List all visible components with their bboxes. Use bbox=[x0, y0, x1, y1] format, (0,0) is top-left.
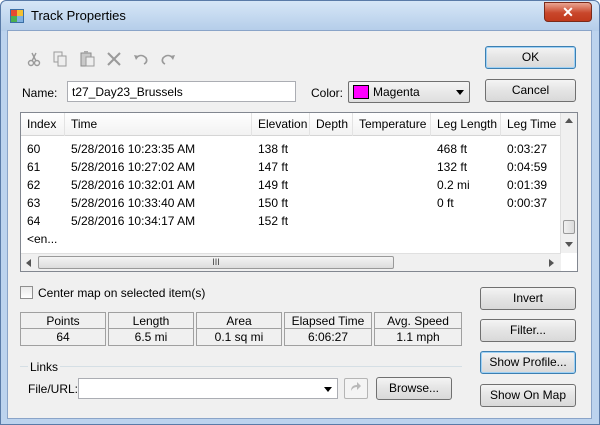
table-row[interactable]: 62 5/28/2016 10:32:01 AM 149 ft 0.2 mi 0… bbox=[21, 176, 561, 194]
cell-elevation: 149 ft bbox=[258, 178, 289, 192]
horizontal-scroll-thumb[interactable]: III bbox=[38, 256, 394, 269]
column-header-leg-length[interactable]: Leg Length bbox=[431, 113, 501, 136]
cell-time: 5/28/2016 10:34:17 AM bbox=[71, 214, 196, 228]
cell-index: 61 bbox=[27, 160, 41, 174]
cell-leg-time: 0:03:27 bbox=[507, 142, 548, 156]
stat-elapsed-time: Elapsed Time 6:06:27 bbox=[284, 312, 372, 346]
name-input[interactable] bbox=[67, 81, 296, 102]
cell-index: 64 bbox=[27, 214, 41, 228]
stat-avg-speed: Avg. Speed 1.1 mph bbox=[374, 312, 462, 346]
stat-value: 6:06:27 bbox=[307, 330, 349, 344]
track-statistics: Points 64 Length 6.5 mi Area 0.1 sq mi E… bbox=[20, 312, 462, 346]
cell-elevation: 147 ft bbox=[258, 160, 289, 174]
center-map-checkbox[interactable] bbox=[20, 286, 33, 299]
stat-header: Points bbox=[21, 313, 105, 329]
arrow-redirect-icon bbox=[351, 382, 361, 391]
table-header: Index Time Elevation Depth Temperature L… bbox=[21, 113, 561, 136]
stat-area: Area 0.1 sq mi bbox=[196, 312, 282, 346]
window-title: Track Properties bbox=[31, 8, 126, 23]
cell-elevation: 152 ft bbox=[258, 214, 289, 228]
stat-points: Points 64 bbox=[20, 312, 106, 346]
cell-index: 62 bbox=[27, 178, 41, 192]
cell-time: 5/28/2016 10:23:35 AM bbox=[71, 142, 196, 156]
stat-value: 0.1 sq mi bbox=[214, 330, 264, 344]
filter-button[interactable]: Filter... bbox=[480, 319, 576, 342]
chevron-down-icon[interactable] bbox=[324, 387, 332, 392]
cell-time: 5/28/2016 10:27:02 AM bbox=[71, 160, 196, 174]
cell-leg-time: 0:00:37 bbox=[507, 196, 548, 210]
column-header-time[interactable]: Time bbox=[65, 113, 252, 136]
cut-icon[interactable] bbox=[25, 50, 43, 68]
open-link-button[interactable] bbox=[344, 378, 368, 399]
redo-icon[interactable] bbox=[159, 50, 177, 68]
scroll-right-icon[interactable] bbox=[549, 259, 554, 267]
column-header-temperature[interactable]: Temperature bbox=[353, 113, 431, 136]
table-row-end[interactable]: <en... bbox=[21, 230, 561, 248]
scroll-grip-icon: III bbox=[212, 257, 220, 267]
color-label: Color: bbox=[311, 86, 344, 100]
table-row[interactable]: 63 5/28/2016 10:33:40 AM 150 ft 0 ft 0:0… bbox=[21, 194, 561, 212]
cell-time: 5/28/2016 10:33:40 AM bbox=[71, 196, 196, 210]
table-row[interactable]: 60 5/28/2016 10:23:35 AM 138 ft 468 ft 0… bbox=[21, 140, 561, 158]
stat-header: Elapsed Time bbox=[285, 313, 371, 329]
cell-leg-length: 0 ft bbox=[437, 196, 454, 210]
ok-button[interactable]: OK bbox=[485, 46, 576, 69]
column-header-leg-time[interactable]: Leg Time bbox=[501, 113, 561, 136]
column-header-elevation[interactable]: Elevation bbox=[252, 113, 310, 136]
file-url-combobox[interactable] bbox=[78, 378, 338, 399]
center-map-label[interactable]: Center map on selected item(s) bbox=[38, 286, 205, 300]
vertical-scroll-thumb[interactable] bbox=[563, 220, 575, 234]
invert-button[interactable]: Invert bbox=[480, 287, 576, 310]
cell-index: 60 bbox=[27, 142, 41, 156]
color-swatch bbox=[353, 85, 369, 99]
vertical-scrollbar[interactable] bbox=[560, 113, 577, 253]
stat-value: 1.1 mph bbox=[396, 330, 440, 344]
cell-elevation: 138 ft bbox=[258, 142, 289, 156]
cell-leg-time: 0:01:39 bbox=[507, 178, 548, 192]
cancel-button[interactable]: Cancel bbox=[485, 79, 576, 102]
app-icon bbox=[10, 9, 24, 23]
show-profile-button[interactable]: Show Profile... bbox=[480, 351, 576, 374]
stat-value: 6.5 mi bbox=[134, 330, 168, 344]
browse-button[interactable]: Browse... bbox=[376, 377, 452, 400]
stat-header: Area bbox=[197, 313, 281, 329]
cell-leg-length: 468 ft bbox=[437, 142, 468, 156]
cell-time: 5/28/2016 10:32:01 AM bbox=[71, 178, 196, 192]
paste-icon[interactable] bbox=[78, 50, 96, 68]
column-header-depth[interactable]: Depth bbox=[310, 113, 353, 136]
stat-value: 64 bbox=[56, 330, 70, 344]
close-icon: ✕ bbox=[562, 4, 574, 20]
cell-leg-time: 0:04:59 bbox=[507, 160, 548, 174]
track-points-table[interactable]: Index Time Elevation Depth Temperature L… bbox=[20, 112, 578, 272]
end-marker: <en... bbox=[27, 232, 58, 246]
name-label: Name: bbox=[22, 86, 58, 100]
column-header-index[interactable]: Index bbox=[21, 113, 65, 136]
stat-header: Length bbox=[109, 313, 193, 329]
cell-index: 63 bbox=[27, 196, 41, 210]
horizontal-scrollbar[interactable]: III bbox=[21, 253, 561, 271]
links-group-label: Links bbox=[28, 360, 61, 374]
stat-length: Length 6.5 mi bbox=[108, 312, 194, 346]
color-dropdown[interactable]: Magenta bbox=[348, 81, 470, 103]
table-row[interactable]: 64 5/28/2016 10:34:17 AM 152 ft bbox=[21, 212, 561, 230]
undo-icon[interactable] bbox=[132, 50, 150, 68]
table-row[interactable]: 61 5/28/2016 10:27:02 AM 147 ft 132 ft 0… bbox=[21, 158, 561, 176]
title-bar[interactable]: Track Properties bbox=[1, 1, 599, 31]
close-button[interactable]: ✕ bbox=[544, 2, 592, 22]
color-value: Magenta bbox=[373, 85, 420, 99]
chevron-down-icon bbox=[456, 90, 464, 95]
file-url-label: File/URL: bbox=[28, 382, 79, 396]
scroll-left-icon[interactable] bbox=[26, 259, 31, 267]
cell-elevation: 150 ft bbox=[258, 196, 289, 210]
cell-leg-length: 132 ft bbox=[437, 160, 468, 174]
show-on-map-button[interactable]: Show On Map bbox=[480, 384, 576, 407]
cell-leg-length: 0.2 mi bbox=[437, 178, 470, 192]
scroll-down-icon[interactable] bbox=[565, 242, 573, 247]
delete-icon[interactable] bbox=[105, 50, 123, 68]
stat-header: Avg. Speed bbox=[375, 313, 461, 329]
copy-icon[interactable] bbox=[51, 50, 69, 68]
scroll-up-icon[interactable] bbox=[565, 118, 573, 123]
